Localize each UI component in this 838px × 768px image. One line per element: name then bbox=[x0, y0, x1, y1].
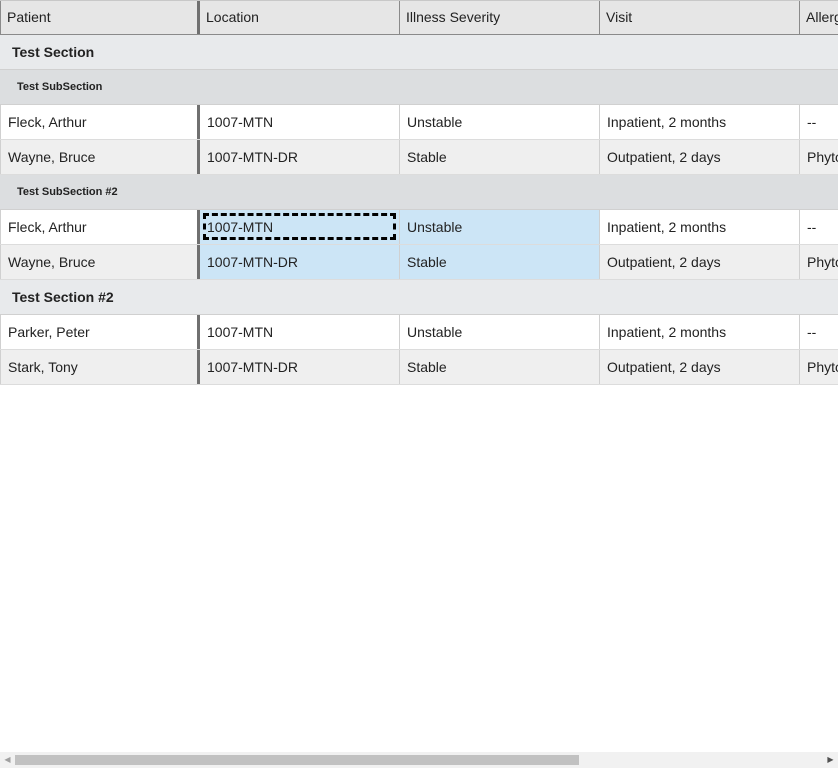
illness-severity-cell[interactable]: Stable bbox=[400, 140, 600, 174]
subsection-label: Test SubSection bbox=[17, 81, 103, 93]
table-row[interactable]: Wayne, Bruce 1007-MTN-DR Stable Outpatie… bbox=[0, 140, 838, 175]
location-cell-text: 1007-MTN bbox=[207, 219, 274, 235]
section-header[interactable]: Test Section bbox=[0, 35, 838, 70]
table-row[interactable]: Fleck, Arthur 1007-MTN Unstable Inpatien… bbox=[0, 105, 838, 140]
visit-cell[interactable]: Inpatient, 2 months bbox=[600, 210, 800, 244]
section-label: Test Section bbox=[12, 44, 95, 60]
column-header-allergies[interactable]: Allergies bbox=[800, 1, 838, 34]
section-label: Test Section #2 bbox=[12, 289, 114, 305]
table-row[interactable]: Stark, Tony 1007-MTN-DR Stable Outpatien… bbox=[0, 350, 838, 385]
allergies-cell[interactable]: Phytochemicals bbox=[800, 350, 838, 384]
column-header-visit[interactable]: Visit bbox=[600, 1, 800, 34]
subsection-header[interactable]: Test SubSection #2 bbox=[0, 175, 838, 210]
location-cell[interactable]: 1007-MTN-DR bbox=[200, 140, 400, 174]
column-header-patient[interactable]: Patient bbox=[0, 1, 200, 34]
section-header[interactable]: Test Section #2 bbox=[0, 280, 838, 315]
scrollbar-thumb[interactable] bbox=[15, 755, 579, 765]
allergies-cell[interactable]: Phytochemicals bbox=[800, 140, 838, 174]
location-cell-selected[interactable]: 1007-MTN-DR bbox=[200, 245, 400, 279]
column-header-illness-severity[interactable]: Illness Severity bbox=[400, 1, 600, 34]
visit-cell[interactable]: Inpatient, 2 months bbox=[600, 105, 800, 139]
patient-cell[interactable]: Fleck, Arthur bbox=[0, 210, 200, 244]
data-grid[interactable]: Patient Location Illness Severity Visit … bbox=[0, 0, 838, 752]
patient-cell[interactable]: Wayne, Bruce bbox=[0, 140, 200, 174]
patient-cell[interactable]: Wayne, Bruce bbox=[0, 245, 200, 279]
allergies-cell[interactable]: Phytochemicals bbox=[800, 245, 838, 279]
patient-cell[interactable]: Parker, Peter bbox=[0, 315, 200, 349]
subsection-header[interactable]: Test SubSection bbox=[0, 70, 838, 105]
illness-severity-cell[interactable]: Stable bbox=[400, 350, 600, 384]
table-row[interactable]: Parker, Peter 1007-MTN Unstable Inpatien… bbox=[0, 315, 838, 350]
illness-severity-cell[interactable]: Unstable bbox=[400, 105, 600, 139]
visit-cell[interactable]: Inpatient, 2 months bbox=[600, 315, 800, 349]
visit-cell[interactable]: Outpatient, 2 days bbox=[600, 245, 800, 279]
horizontal-scrollbar[interactable]: ◀ ▶ bbox=[0, 752, 838, 768]
location-cell[interactable]: 1007-MTN bbox=[200, 315, 400, 349]
subsection-label: Test SubSection #2 bbox=[17, 186, 118, 198]
visit-cell[interactable]: Outpatient, 2 days bbox=[600, 350, 800, 384]
column-header-location[interactable]: Location bbox=[200, 1, 400, 34]
column-header-row: Patient Location Illness Severity Visit … bbox=[0, 0, 838, 35]
location-cell[interactable]: 1007-MTN bbox=[200, 105, 400, 139]
location-cell[interactable]: 1007-MTN-DR bbox=[200, 350, 400, 384]
table-row[interactable]: Fleck, Arthur 1007-MTN Unstable Inpatien… bbox=[0, 210, 838, 245]
patient-cell[interactable]: Fleck, Arthur bbox=[0, 105, 200, 139]
location-cell-focused[interactable]: 1007-MTN bbox=[200, 210, 400, 244]
illness-severity-cell-selected[interactable]: Unstable bbox=[400, 210, 600, 244]
allergies-cell[interactable]: -- bbox=[800, 210, 838, 244]
illness-severity-cell[interactable]: Unstable bbox=[400, 315, 600, 349]
table-row[interactable]: Wayne, Bruce 1007-MTN-DR Stable Outpatie… bbox=[0, 245, 838, 280]
visit-cell[interactable]: Outpatient, 2 days bbox=[600, 140, 800, 174]
allergies-cell[interactable]: -- bbox=[800, 105, 838, 139]
patient-cell[interactable]: Stark, Tony bbox=[0, 350, 200, 384]
allergies-cell[interactable]: -- bbox=[800, 315, 838, 349]
scroll-right-icon[interactable]: ▶ bbox=[823, 752, 838, 768]
illness-severity-cell-selected[interactable]: Stable bbox=[400, 245, 600, 279]
scroll-left-icon[interactable]: ◀ bbox=[0, 752, 15, 768]
